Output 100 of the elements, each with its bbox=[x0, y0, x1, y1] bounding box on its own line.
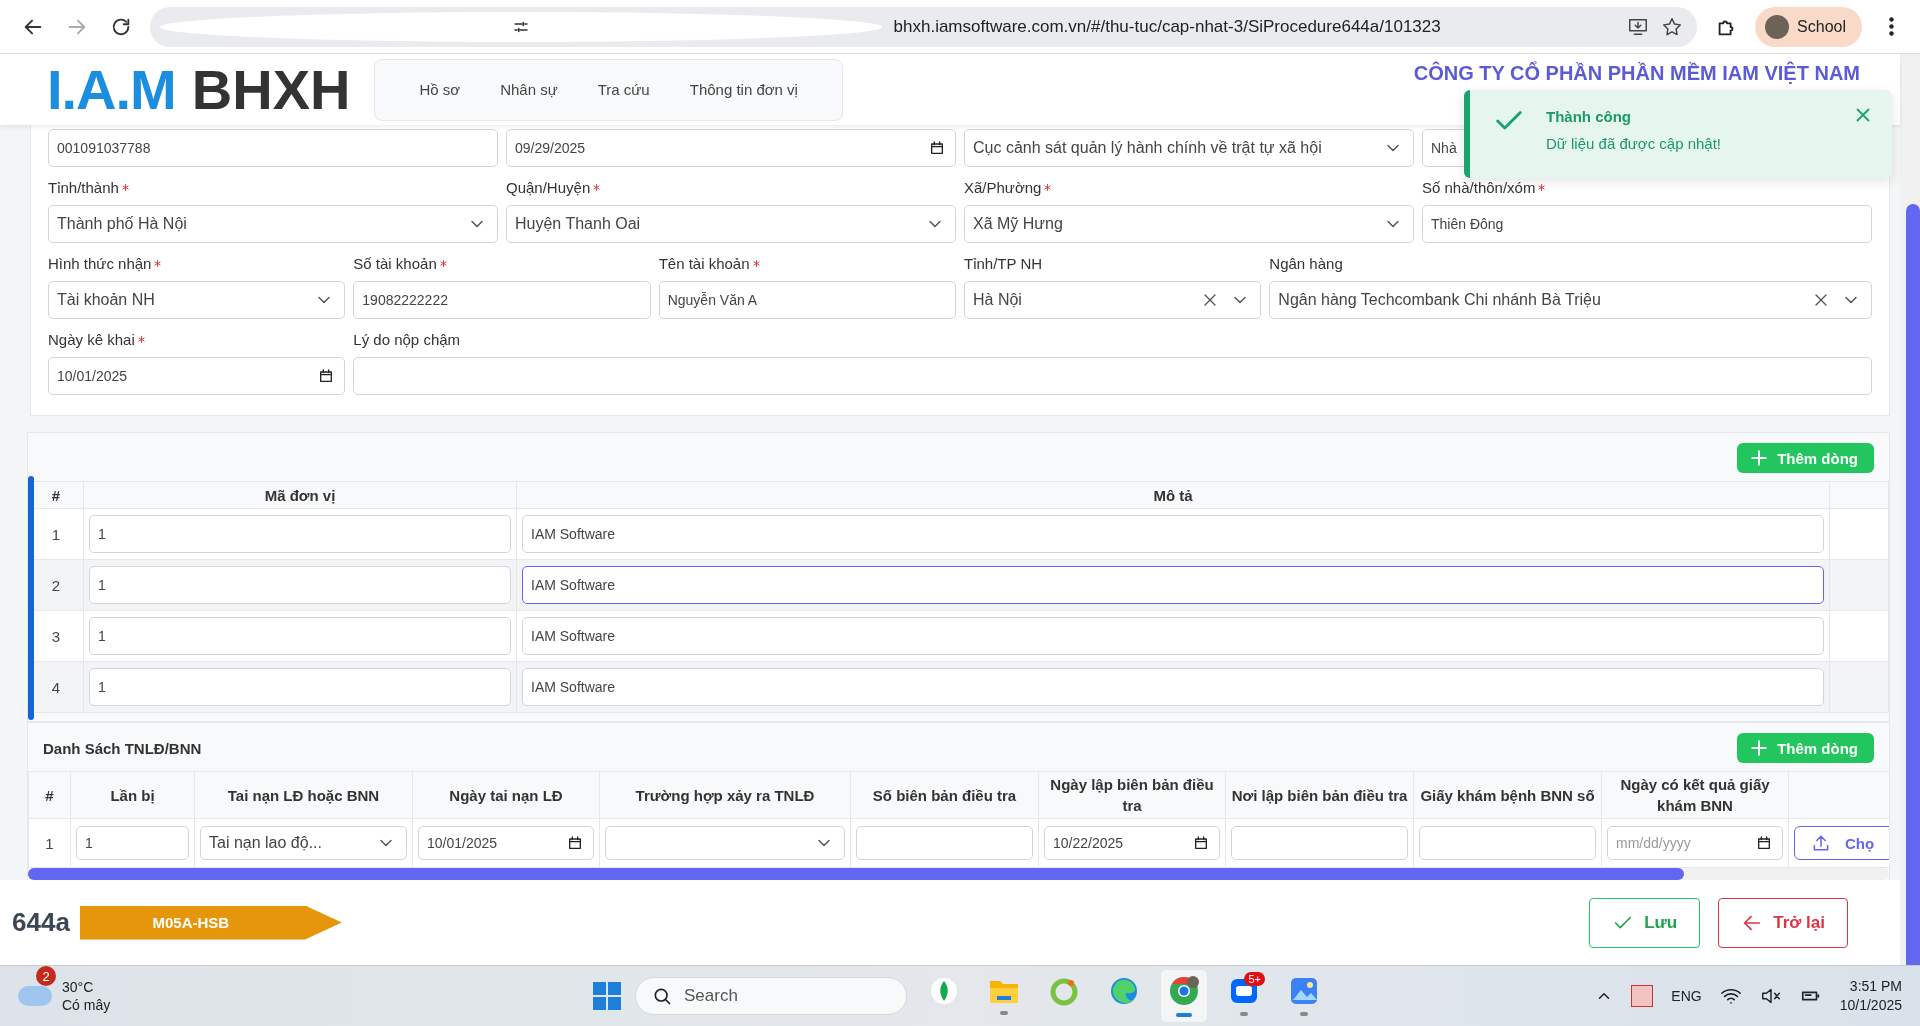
toast-message: Dữ liệu đã được cập nhật! bbox=[1546, 135, 1722, 152]
date-field[interactable]: 09/29/2025 bbox=[506, 129, 956, 167]
search-field[interactable]: Search bbox=[635, 977, 907, 1015]
column-header: Mã đơn vị bbox=[83, 481, 517, 509]
company-name: CÔNG TY CỔ PHẦN PHẦN MỀM IAM VIỆT NAM bbox=[1413, 62, 1860, 85]
column-header: Giấy khám bệnh BNN số bbox=[1420, 786, 1595, 804]
field-label: Số tài khoản bbox=[353, 254, 437, 272]
text-field[interactable] bbox=[1419, 826, 1596, 860]
dropdown[interactable]: Tài khoản NH bbox=[48, 281, 346, 319]
text-field[interactable]: 1 bbox=[89, 566, 511, 604]
calendar-icon bbox=[1193, 835, 1209, 851]
column-header: Lần bị bbox=[110, 786, 155, 804]
ring-icon bbox=[1049, 976, 1079, 1006]
column-header: # bbox=[45, 786, 54, 804]
column-header: Ngày có kết quả giấy khám BNN bbox=[1620, 776, 1770, 814]
field-label: Ngân hàng bbox=[1269, 254, 1343, 272]
text-field[interactable] bbox=[856, 826, 1033, 860]
logo: I.A.M bbox=[47, 57, 176, 122]
column-header: Nơi lập biên bản điều tra bbox=[1231, 786, 1408, 804]
text-field[interactable]: 1 bbox=[89, 515, 511, 553]
field-label: Lý do nộp chậm bbox=[353, 330, 461, 348]
clock-time[interactable]: 3:51 PM bbox=[1849, 977, 1902, 996]
profile-button[interactable]: School bbox=[1755, 6, 1862, 47]
text-field[interactable]: 19082222222 bbox=[353, 281, 651, 319]
calendar-icon bbox=[929, 140, 945, 156]
dropdown[interactable]: Xã Mỹ Hưng bbox=[964, 205, 1414, 243]
browser-icon bbox=[1168, 975, 1200, 1007]
field-label: Quận/Huyện bbox=[506, 178, 591, 196]
text-field[interactable] bbox=[353, 357, 1872, 395]
brand-name: BHXH bbox=[191, 57, 351, 122]
text-field[interactable]: Thiên Đông bbox=[1422, 205, 1872, 243]
upload-button[interactable]: Chọ bbox=[1794, 826, 1889, 860]
column-header: Tai nạn LĐ hoặc BNN bbox=[227, 786, 380, 804]
avatar-icon bbox=[1765, 14, 1790, 39]
text-field[interactable]: 1 bbox=[76, 826, 189, 860]
menu-dots-icon bbox=[1888, 17, 1894, 36]
notification-badge: 5+ bbox=[1244, 972, 1265, 986]
language-indicator[interactable]: ENG bbox=[1671, 988, 1702, 1004]
dropdown[interactable]: Hà Nội bbox=[964, 281, 1262, 319]
column-header: Số biên bản điều tra bbox=[872, 786, 1017, 804]
text-field[interactable]: 1 bbox=[89, 617, 511, 655]
date-field[interactable]: 10/22/2025 bbox=[1044, 826, 1220, 860]
toast-title: Thành công bbox=[1546, 108, 1632, 125]
horizontal-scrollbar[interactable] bbox=[28, 868, 1889, 880]
star-icon bbox=[1661, 15, 1684, 38]
notification-badge: 2 bbox=[36, 966, 56, 986]
table-cell: 1 bbox=[28, 818, 71, 868]
back-button[interactable]: Trở lại bbox=[1718, 897, 1848, 948]
text-field[interactable]: IAM Software bbox=[522, 668, 1824, 706]
nav-link[interactable]: Nhân sự bbox=[480, 81, 578, 98]
text-field[interactable]: IAM Software bbox=[522, 515, 1824, 553]
leaf-icon bbox=[930, 977, 958, 1005]
app-tray-icon[interactable] bbox=[1631, 985, 1654, 1007]
column-header: Mô tả bbox=[516, 481, 1830, 509]
date-field[interactable]: 10/01/2025 bbox=[418, 826, 594, 860]
temperature: 30°C bbox=[62, 978, 95, 996]
address-bar[interactable]: bhxh.iamsoftware.com.vn/#/thu-tuc/cap-nhat-3/SiProcedure644a/101323 bbox=[150, 6, 1698, 47]
nav-link[interactable]: Hồ sơ bbox=[399, 81, 481, 98]
start-icon[interactable] bbox=[593, 982, 621, 1010]
taskbar-app[interactable]: 5+ bbox=[1221, 970, 1267, 1022]
dropdown[interactable]: Huyện Thanh Oai bbox=[506, 205, 956, 243]
cloud-icon bbox=[18, 986, 52, 1006]
calendar-icon bbox=[567, 835, 583, 851]
dropdown[interactable]: Ngân hàng Techcombank Chi nhánh Bà Triệu bbox=[1269, 281, 1872, 319]
calendar-icon bbox=[1756, 835, 1772, 851]
column-header: Ngày tai nạn LĐ bbox=[449, 786, 563, 804]
weather-condition: Có mây bbox=[62, 996, 111, 1014]
field-label: Tỉnh/thành bbox=[48, 178, 119, 196]
procedure-code: 644a bbox=[12, 907, 70, 938]
field-label: Số nhà/thôn/xóm bbox=[1422, 178, 1536, 196]
field-label: Tỉnh/TP NH bbox=[964, 254, 1043, 272]
field-label: Tên tài khoản bbox=[658, 254, 750, 272]
text-field[interactable]: IAM Software bbox=[522, 566, 1824, 604]
dropdown[interactable]: Thành phố Hà Nội bbox=[48, 205, 498, 243]
dropdown[interactable]: Cục cảnh sát quản lý hành chính về trật tự xã hội bbox=[964, 129, 1414, 167]
form-code-tag: M05A-HSB bbox=[79, 905, 342, 940]
text-field[interactable] bbox=[1231, 826, 1408, 860]
text-field[interactable]: 1 bbox=[89, 668, 511, 706]
taskbar-app[interactable] bbox=[1161, 970, 1207, 1022]
text-field[interactable]: IAM Software bbox=[522, 617, 1824, 655]
text-field[interactable]: Nguyễn Văn A bbox=[658, 281, 956, 319]
dropdown[interactable]: Tai nạn lao độ... bbox=[200, 826, 407, 860]
clock-date[interactable]: 10/1/2025 bbox=[1839, 996, 1902, 1015]
calendar-icon bbox=[318, 368, 335, 384]
upload-icon bbox=[1811, 833, 1831, 853]
column-header: Ngày lập biên bản điều tra bbox=[1050, 776, 1214, 814]
search-icon bbox=[652, 986, 672, 1006]
field-label: Ngày kê khai bbox=[48, 330, 135, 348]
column-header: Trường hợp xảy ra TNLĐ bbox=[635, 786, 815, 804]
nav-link[interactable]: Tra cứu bbox=[577, 81, 670, 98]
text-field[interactable]: 001091037788 bbox=[48, 129, 498, 167]
field-label: Xã/Phường bbox=[964, 178, 1042, 196]
section-title: Danh Sách TNLĐ/BNN bbox=[43, 739, 202, 757]
field-label: Hình thức nhận bbox=[48, 254, 152, 272]
photos-icon bbox=[1289, 976, 1319, 1006]
nav-link[interactable]: Thông tin đơn vị bbox=[669, 81, 818, 98]
chat-icon bbox=[1229, 976, 1259, 1006]
edge-icon bbox=[1109, 976, 1139, 1006]
date-field[interactable]: 10/01/2025 bbox=[48, 357, 346, 395]
page-scrollbar[interactable] bbox=[1900, 54, 1920, 965]
